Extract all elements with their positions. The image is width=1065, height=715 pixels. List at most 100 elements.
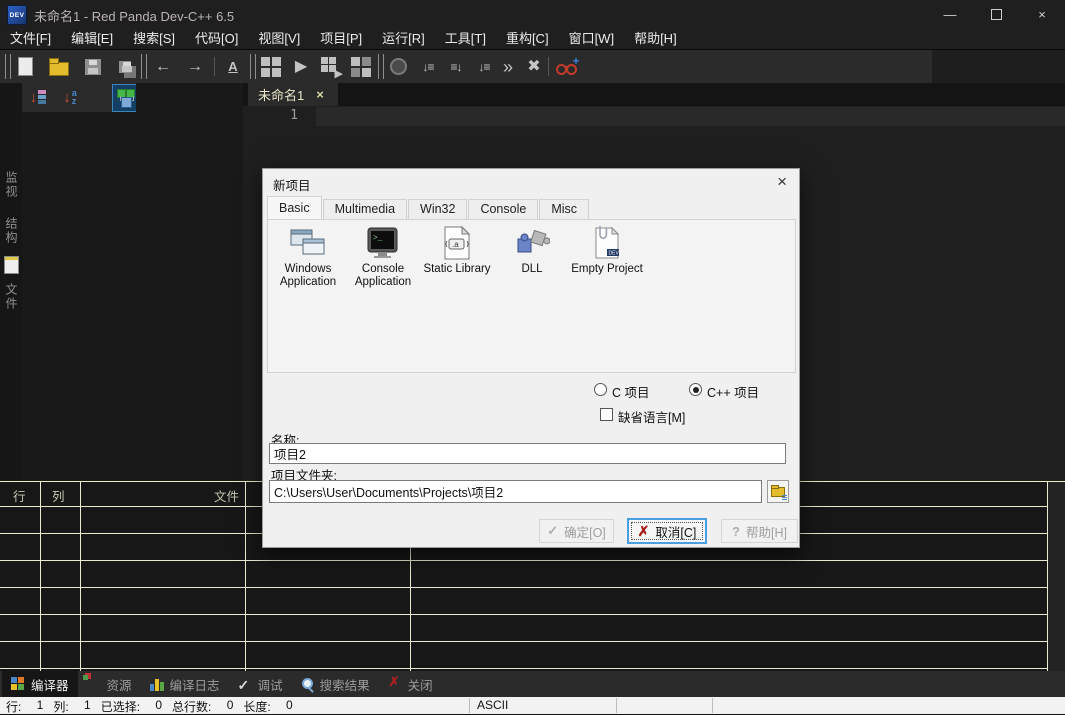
encoding-indicator[interactable]: ASCII <box>477 698 508 712</box>
compile-run-button[interactable]: ▶ <box>318 54 344 79</box>
maximize-icon <box>991 9 1002 20</box>
editor-tab[interactable]: 未命名1 × <box>248 83 338 106</box>
save-all-button[interactable] <box>112 54 138 79</box>
editor-tab-label: 未命名1 <box>248 85 304 104</box>
output-tab-bar: 编译器 资源 编译日志 ✓ 调试 搜索结果 关闭 <box>0 671 1065 697</box>
minimize-button[interactable]: — <box>927 0 973 28</box>
cancel-button[interactable]: ✗ 取消[C] <box>627 518 707 544</box>
output-scrollbar[interactable] <box>1047 482 1065 672</box>
menu-help[interactable]: 帮助[H] <box>624 29 687 49</box>
sidebar-tab-watch[interactable]: 监视 <box>3 171 20 199</box>
back-button[interactable]: ← <box>150 54 176 79</box>
radio-c-project-label[interactable]: C 项目 <box>612 382 650 401</box>
forward-button[interactable]: → <box>182 54 208 79</box>
new-file-button[interactable] <box>12 54 38 79</box>
sort-by-type-icon: ↓ <box>30 89 38 106</box>
menu-edit[interactable]: 编辑[E] <box>61 29 123 49</box>
tab-label: 资源 <box>107 675 132 694</box>
tab-search-results[interactable]: 搜索结果 <box>292 671 379 697</box>
tab-label: 调试 <box>258 675 283 694</box>
tab-debug[interactable]: ✓ 调试 <box>229 671 292 697</box>
line-number: 1 <box>243 108 298 123</box>
tab-misc[interactable]: Misc <box>539 199 589 219</box>
ok-icon: ✓ <box>547 523 558 539</box>
toolbar-grip[interactable] <box>250 54 256 79</box>
maximize-button[interactable] <box>973 0 1019 28</box>
menu-refactor[interactable]: 重构[C] <box>496 29 559 49</box>
sidebar-tab-structure[interactable]: 结构 <box>3 217 20 245</box>
add-watch-button[interactable]: + <box>553 54 579 79</box>
compile-button[interactable] <box>258 54 284 79</box>
find-in-files-button[interactable]: A <box>220 54 246 79</box>
tab-label: 编译日志 <box>170 675 220 694</box>
resources-tab-icon <box>87 677 102 691</box>
template-windows-application[interactable]: Windows Application <box>271 223 345 289</box>
panel-toolbar-spacer <box>136 83 243 112</box>
debug-button[interactable] <box>385 54 411 79</box>
ok-button-label: 确定[O] <box>564 522 606 541</box>
toolbar-grip[interactable] <box>378 54 384 79</box>
menu-code[interactable]: 代码[O] <box>185 29 248 49</box>
tab-win32[interactable]: Win32 <box>408 199 467 219</box>
svg-text:.a: .a <box>452 240 459 249</box>
radio-cpp-project-label[interactable]: C++ 项目 <box>707 382 759 401</box>
project-folder-input[interactable] <box>269 480 762 503</box>
dialog-title: 新项目 <box>273 175 311 194</box>
tab-multimedia[interactable]: Multimedia <box>323 199 407 219</box>
toolbar-grip[interactable] <box>141 54 147 79</box>
tab-close-icon[interactable]: × <box>316 87 324 102</box>
step-over-button[interactable]: ↓≡ <box>415 54 441 79</box>
open-button[interactable] <box>46 54 72 79</box>
template-console-application[interactable]: >_ Console Application <box>346 223 420 289</box>
template-dll[interactable]: DLL <box>495 223 569 276</box>
run-button[interactable]: ▶ <box>288 54 314 79</box>
project-name-input[interactable] <box>269 443 786 464</box>
rebuild-button[interactable] <box>348 54 374 79</box>
close-button[interactable]: × <box>1019 0 1065 28</box>
menu-tools[interactable]: 工具[T] <box>435 29 496 49</box>
menu-run[interactable]: 运行[R] <box>372 29 435 49</box>
title-bar: DEV 未命名1 - Red Panda Dev-C++ 6.5 — × <box>0 0 1065 28</box>
dialog-close-button[interactable]: × <box>777 173 787 190</box>
static-library-icon: .a <box>420 223 494 263</box>
help-icon: ? <box>732 524 740 539</box>
browse-folder-button[interactable] <box>767 480 789 503</box>
menu-file[interactable]: 文件[F] <box>0 29 61 49</box>
default-language-label[interactable]: 缺省语言[M] <box>618 407 685 426</box>
toolbar-grip[interactable] <box>5 54 11 79</box>
menu-project[interactable]: 项目[P] <box>310 29 372 49</box>
stop-button[interactable]: ✖ <box>521 54 547 79</box>
tab-compiler[interactable]: 编译器 <box>2 671 78 697</box>
stop-icon: ✖ <box>527 59 540 75</box>
tab-close-panel[interactable]: 关闭 <box>379 671 442 697</box>
tab-console[interactable]: Console <box>468 199 538 219</box>
continue-button[interactable]: » <box>495 54 521 79</box>
editor-tab-bar: 未命名1 × <box>243 83 1065 106</box>
radio-c-project[interactable] <box>594 383 607 396</box>
tab-resources[interactable]: 资源 <box>78 671 141 697</box>
step-out-button[interactable]: ↓≡ <box>471 54 497 79</box>
default-language-checkbox[interactable] <box>600 408 613 421</box>
sort-alpha-button[interactable]: ↓az <box>58 85 82 109</box>
save-button[interactable] <box>80 54 106 79</box>
menu-view[interactable]: 视图[V] <box>248 29 310 49</box>
radio-cpp-project[interactable] <box>689 383 702 396</box>
menu-search[interactable]: 搜索[S] <box>123 29 185 49</box>
step-into-button[interactable]: ≡↓ <box>443 54 469 79</box>
ok-button[interactable]: ✓ 确定[O] <box>539 519 614 543</box>
template-empty-project[interactable]: DEV Empty Project <box>570 223 644 276</box>
help-button[interactable]: ? 帮助[H] <box>721 519 798 543</box>
tab-label: 编译器 <box>31 675 69 694</box>
help-button-label: 帮助[H] <box>746 522 787 541</box>
rebuild-icon <box>351 57 371 77</box>
sort-by-type-button[interactable]: ↓ <box>26 85 50 109</box>
sidebar-tab-files[interactable]: 文件 <box>3 283 20 311</box>
tab-basic[interactable]: Basic <box>267 196 322 219</box>
menu-window[interactable]: 窗口[W] <box>559 29 625 49</box>
class-browser-panel[interactable] <box>22 112 243 481</box>
template-static-library[interactable]: .a Static Library <box>420 223 494 276</box>
save-icon <box>85 59 101 75</box>
header-file: 文件 <box>214 486 239 505</box>
header-column: 列 <box>52 486 65 505</box>
tab-compile-log[interactable]: 编译日志 <box>141 671 229 697</box>
